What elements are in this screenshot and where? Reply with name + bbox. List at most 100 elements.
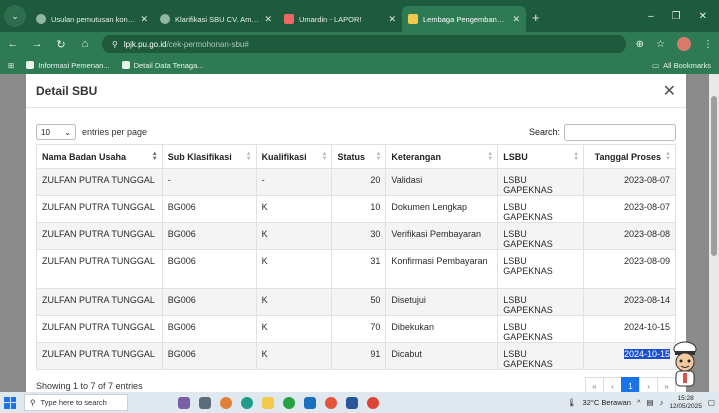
bookmark-item[interactable]: Detail Data Tenaga...	[121, 60, 204, 70]
table-row: ZULFAN PUTRA TUNGGAL BG006 K 70 Dibekuka…	[36, 315, 676, 343]
bookmark-favicon-icon	[121, 61, 130, 69]
entries-per-page-label: entries per page	[82, 127, 148, 137]
volume-icon[interactable]: ♪	[660, 398, 664, 407]
table-search: Search:	[528, 123, 676, 141]
network-icon[interactable]: ▤	[647, 398, 654, 407]
windows-start-icon[interactable]	[4, 396, 16, 409]
profile-avatar[interactable]	[677, 37, 691, 51]
cell-nama: ZULFAN PUTRA TUNGGAL	[36, 315, 163, 343]
bookmark-favicon-icon	[26, 61, 35, 69]
tab-close-icon[interactable]: ✕	[512, 14, 520, 25]
close-icon[interactable]: ✕	[663, 81, 676, 101]
folder-icon: ▭	[651, 60, 660, 70]
firefox-icon[interactable]	[325, 396, 337, 409]
tab-1[interactable]: Usulan pemutusan kontrak CV ✕	[30, 6, 154, 32]
sort-icon: ▲ ▼	[375, 151, 382, 162]
cell-tanggal: 2024-10-15	[583, 342, 676, 370]
column-header-kualifikasi[interactable]: Kualifikasi ▲ ▼	[255, 144, 333, 169]
word-icon[interactable]	[346, 396, 358, 409]
tab-favicon-icon	[160, 14, 170, 24]
reload-icon[interactable]: ↻	[54, 38, 68, 51]
site-info-icon[interactable]: ⚲	[112, 40, 118, 49]
file-explorer-icon[interactable]	[262, 396, 274, 409]
url-field[interactable]: ⚲ lpjk.pu.go.id/cek-permohonan-sbu#	[102, 35, 626, 53]
all-bookmarks-button[interactable]: ▭ All Bookmarks	[652, 61, 711, 70]
cell-lsbu: LSBU GAPEKNAS	[497, 315, 585, 343]
tab-close-icon[interactable]: ✕	[264, 14, 272, 25]
minimize-button[interactable]: –	[648, 11, 654, 22]
clock[interactable]: 15:28 12/05/2025	[669, 395, 702, 411]
sort-icon: ▲ ▼	[321, 151, 328, 162]
tab-close-icon[interactable]: ✕	[140, 14, 148, 25]
bookmark-star-icon[interactable]: ☆	[656, 39, 665, 50]
cell-kualifikasi: K	[255, 288, 333, 316]
cell-tanggal: 2023-08-07	[583, 195, 676, 223]
chatbot-mascot-icon[interactable]	[668, 340, 702, 388]
cell-keterangan: Validasi	[385, 168, 499, 196]
new-tab-button[interactable]: +	[532, 10, 540, 25]
taskbar-search-placeholder: Type here to search	[40, 398, 107, 407]
chrome-icon[interactable]	[367, 396, 379, 409]
table-row: ZULFAN PUTRA TUNGGAL BG006 K 30 Verifika…	[36, 222, 676, 250]
cell-nama: ZULFAN PUTRA TUNGGAL	[36, 195, 163, 223]
maximize-button[interactable]: ❐	[672, 11, 681, 22]
tab-search-icon[interactable]: ⌄	[4, 5, 26, 27]
clock-date: 12/05/2025	[669, 402, 702, 410]
column-header-tanggal-proses[interactable]: Tanggal Proses ▲ ▼	[583, 144, 676, 169]
chevron-down-icon: ⌄	[64, 127, 71, 137]
cell-lsbu: LSBU GAPEKNAS	[497, 249, 585, 289]
column-header-keterangan[interactable]: Keterangan ▲ ▼	[385, 144, 499, 169]
selected-text: 2024-10-15	[623, 349, 670, 359]
sort-icon: ▲ ▼	[665, 151, 671, 162]
cell-nama: ZULFAN PUTRA TUNGGAL	[36, 249, 163, 289]
menu-icon[interactable]: ⋮	[703, 39, 713, 50]
modal-title: Detail SBU	[36, 83, 98, 98]
flower-widget-icon[interactable]	[178, 396, 190, 409]
search-input[interactable]	[564, 123, 676, 141]
entries-per-page-select[interactable]: 10 ⌄	[36, 124, 76, 140]
sort-icon: ▲ ▼	[487, 151, 494, 162]
address-bar: ← → ↻ ⌂ ⚲ lpjk.pu.go.id/cek-permohonan-s…	[0, 32, 719, 56]
sort-icon: ▲ ▼	[151, 151, 158, 162]
whatsapp-icon[interactable]	[283, 396, 295, 409]
column-header-sub-klasifikasi[interactable]: Sub Klasifikasi ▲ ▼	[161, 144, 257, 169]
table-header-row: Nama Badan Usaha ▲ ▼ Sub Klasifikasi ▲ ▼ Kua…	[36, 144, 676, 169]
tab-close-icon[interactable]: ✕	[388, 14, 396, 25]
cell-lsbu: LSBU GAPEKNAS	[497, 195, 585, 223]
task-view-icon[interactable]	[199, 396, 211, 409]
notification-icon[interactable]: ▢	[708, 398, 715, 407]
bookmark-label: Detail Data Tenaga...	[133, 60, 204, 70]
tab-3[interactable]: Umardin - LAPOR! ✕	[278, 6, 402, 32]
search-label: Search:	[528, 127, 560, 137]
column-header-status[interactable]: Status ▲ ▼	[331, 144, 387, 169]
bookmark-item[interactable]: Informasi Pemenan...	[26, 61, 110, 70]
cell-kualifikasi: K	[255, 222, 333, 250]
tray-chevron-icon[interactable]: ^	[637, 398, 641, 407]
copilot-icon[interactable]	[220, 396, 232, 409]
taskbar-search[interactable]: ⚲ Type here to search	[24, 394, 128, 411]
cell-keterangan: Dibekukan	[385, 315, 499, 343]
apps-icon[interactable]: ⊞	[8, 61, 14, 70]
cell-tanggal: 2024-10-15	[583, 315, 676, 343]
cell-tanggal: 2023-08-14	[583, 288, 676, 316]
cell-keterangan: Konfirmasi Pembayaran	[385, 249, 499, 289]
column-header-nama[interactable]: Nama Badan Usaha ▲ ▼	[36, 144, 163, 169]
cell-sub-klasifikasi: BG006	[161, 342, 257, 370]
home-icon[interactable]: ⌂	[78, 38, 92, 50]
page-scrollbar-thumb[interactable]	[711, 96, 717, 256]
back-icon[interactable]: ←	[6, 38, 20, 50]
cell-sub-klasifikasi: BG006	[161, 249, 257, 289]
cell-status: 30	[331, 222, 387, 250]
forward-icon[interactable]: →	[30, 38, 44, 50]
outlook-icon[interactable]	[304, 396, 316, 409]
tab-4-active[interactable]: Lembaga Pengembangan Jasa ✕	[402, 6, 526, 32]
table-row: ZULFAN PUTRA TUNGGAL BG006 K 50 Disetuju…	[36, 288, 676, 316]
edge-icon[interactable]	[241, 396, 253, 409]
cell-status: 91	[331, 342, 387, 370]
column-header-lsbu[interactable]: LSBU ▲ ▼	[497, 144, 585, 169]
close-window-button[interactable]: ✕	[699, 11, 707, 22]
tab-2[interactable]: Klarifikasi SBU CV. Amanah Ray ✕	[154, 6, 278, 32]
zoom-icon[interactable]: ⊕	[636, 39, 644, 50]
cell-nama: ZULFAN PUTRA TUNGGAL	[36, 288, 163, 316]
weather-text[interactable]: 32°C Berawan	[583, 398, 631, 407]
